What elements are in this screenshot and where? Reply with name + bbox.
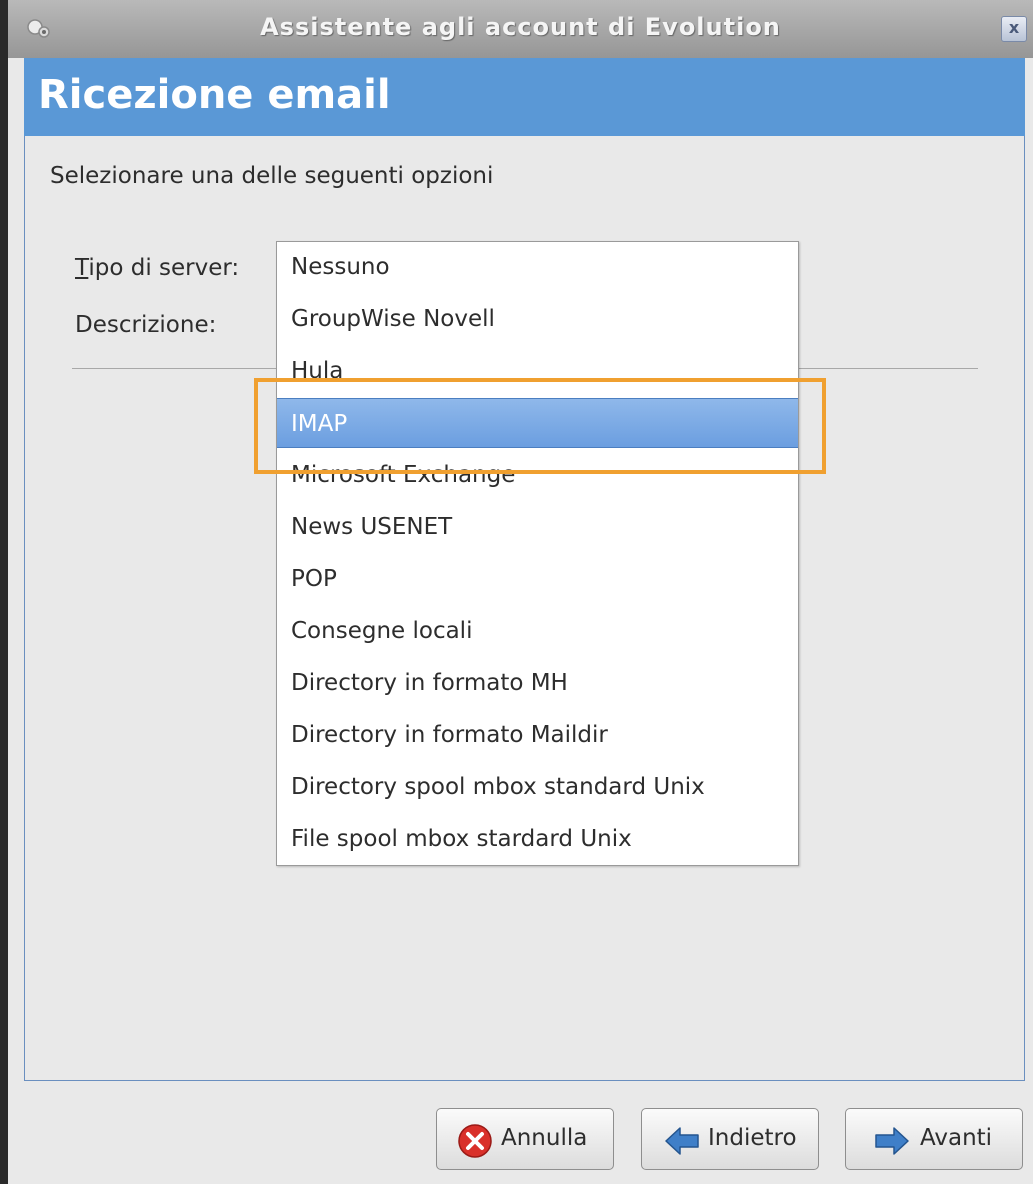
instruction-text: Selezionare una delle seguenti opzioni [50,163,494,189]
server-type-mnemonic: T [75,255,89,281]
back-button[interactable]: Indietro [641,1108,819,1170]
option-directory-maildir[interactable]: Directory in formato Maildir [277,710,798,760]
close-icon: x [1008,18,1020,37]
option-directory-spool-mbox[interactable]: Directory spool mbox standard Unix [277,762,798,812]
option-nessuno[interactable]: Nessuno [277,242,798,292]
option-groupwise-novell[interactable]: GroupWise Novell [277,294,798,344]
option-file-spool-mbox[interactable]: File spool mbox stardard Unix [277,814,798,864]
back-button-label: Indietro [708,1125,797,1151]
title-bar[interactable]: Assistente agli account di Evolution x [8,0,1033,58]
cancel-button-label: Annulla [501,1125,588,1151]
selection-highlight-box [254,378,826,474]
forward-button-label: Avanti [920,1125,993,1151]
server-type-label-rest: ipo di server: [88,255,240,281]
option-directory-mh[interactable]: Directory in formato MH [277,658,798,708]
forward-button[interactable]: Avanti [845,1108,1023,1170]
cancel-icon [458,1124,492,1158]
server-type-dropdown-list[interactable]: Nessuno GroupWise Novell Hula IMAP Micro… [276,241,799,866]
close-button[interactable]: x [1001,16,1027,42]
option-news-usenet[interactable]: News USENET [277,502,798,552]
server-type-label: Tipo di server: [75,255,239,281]
wizard-window: Assistente agli account di Evolution x R… [8,0,1033,1184]
option-pop[interactable]: POP [277,554,798,604]
option-consegne-locali[interactable]: Consegne locali [277,606,798,656]
page-title: Ricezione email [38,72,391,118]
page-header: Ricezione email [24,58,1025,136]
arrow-right-icon [875,1127,909,1155]
window-title: Assistente agli account di Evolution [260,13,781,41]
description-label: Descrizione: [75,312,217,338]
arrow-left-icon [665,1127,699,1155]
cancel-button[interactable]: Annulla [436,1108,614,1170]
